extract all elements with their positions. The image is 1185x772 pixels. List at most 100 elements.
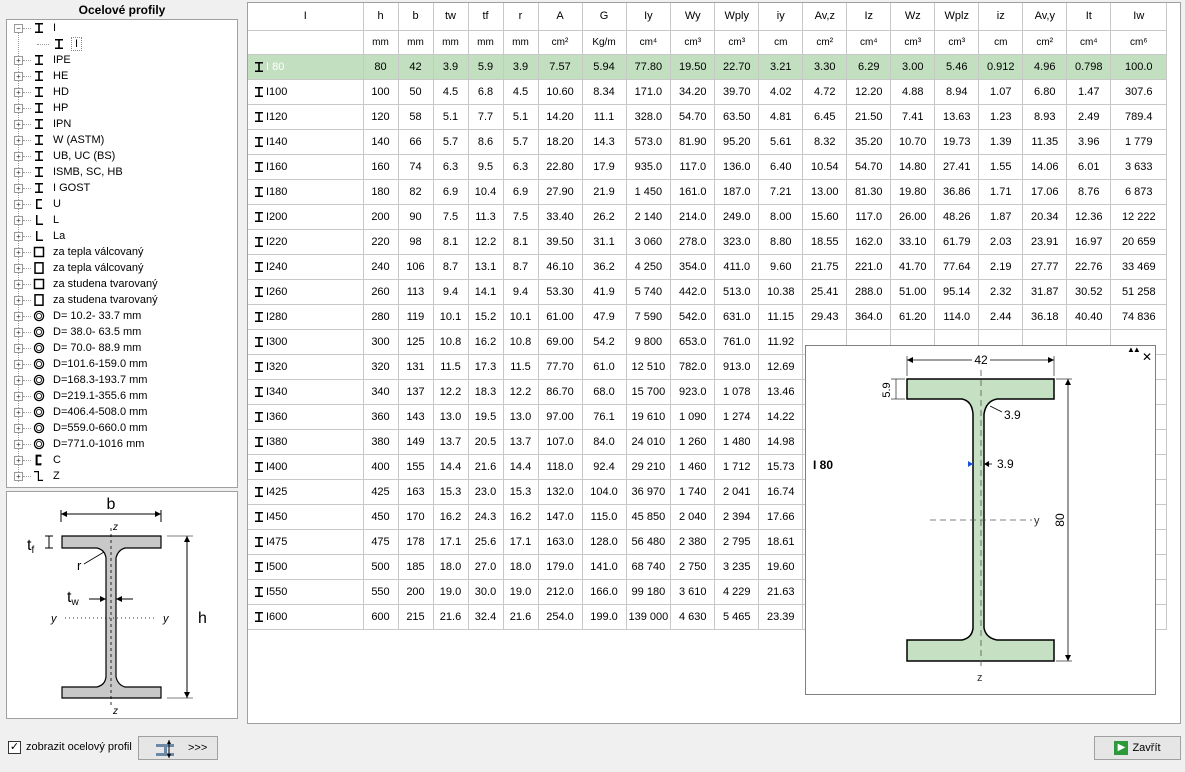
table-cell: 1 480 [714,429,760,455]
tree-item[interactable]: + D=771.0-1016 mm [7,436,237,452]
expand-icon[interactable]: + [14,184,23,193]
tree-item[interactable]: + D= 38.0- 63.5 mm [7,324,237,340]
table-cell: 117.0 [846,204,892,230]
tree-item[interactable]: + D=101.6-159.0 mm [7,356,237,372]
table-row[interactable]: I 80 80 42 3.9 5.9 3.9 7.57 5.94 77.80 19.50 22.70… [248,54,1168,80]
table-row[interactable]: I240 240 106 8.7 13.1 8.7 46.10 36.2 4 250 354.0 4… [248,254,1168,280]
tree-item[interactable]: + D=219.1-355.6 mm [7,388,237,404]
expand-icon[interactable]: + [14,440,23,449]
tree-item[interactable]: + La [7,228,237,244]
expand-icon[interactable]: + [14,216,23,225]
tree-item[interactable]: + C [7,452,237,468]
expand-icon[interactable]: + [14,56,23,65]
table-cell: 278.0 [670,229,716,255]
tree-item[interactable]: + IPE [7,52,237,68]
tree-item[interactable]: + za studena tvarovaný [7,292,237,308]
tree-item[interactable]: + za studena tvarovaný [7,276,237,292]
expand-icon[interactable]: + [14,120,23,129]
tree-item[interactable]: + Z [7,468,237,484]
table-cell: 19.60 [758,554,804,580]
column-header: It [1066,3,1112,31]
table-cell: 58 [398,104,434,130]
expand-icon[interactable]: + [14,264,23,273]
expand-icon[interactable]: + [14,392,23,401]
expand-icon[interactable]: + [14,88,23,97]
popup-close-icon[interactable]: ✕ [1142,350,1152,364]
tree-item[interactable]: + IPN [7,116,237,132]
tree-item[interactable]: + UB, UC (BS) [7,148,237,164]
tree-item[interactable]: + U [7,196,237,212]
tree-item[interactable]: I [7,36,237,52]
tree-branch-line [23,204,31,205]
expand-icon[interactable]: + [14,136,23,145]
popup-collapse-icon[interactable]: ▲▲ [1127,345,1141,354]
expand-icon[interactable]: + [14,248,23,257]
expand-icon[interactable]: + [14,472,23,481]
insert-profile-button[interactable]: >>> [138,736,218,760]
tree-item[interactable]: − I [7,20,237,36]
tree-item[interactable]: + D= 70.0- 88.9 mm [7,340,237,356]
round-tube-icon [33,374,45,386]
table-cell: 14.4 [433,454,469,480]
table-cell: 199.0 [582,604,627,630]
i-beam-icon [255,461,263,472]
table-row[interactable]: I140 140 66 5.7 8.6 5.7 18.20 14.3 573.0 81.90 95.… [248,129,1168,155]
tree-item[interactable]: + D=406.4-508.0 mm [7,404,237,420]
tree-item[interactable]: + HE [7,68,237,84]
expand-icon[interactable]: + [14,360,23,369]
expand-icon[interactable]: + [14,152,23,161]
expand-icon[interactable]: + [14,376,23,385]
tree-item[interactable]: + HD [7,84,237,100]
table-row[interactable]: I260 260 113 9.4 14.1 9.4 53.30 41.9 5 740 442.0 5… [248,279,1168,305]
expand-icon[interactable]: + [14,296,23,305]
table-cell: 69.00 [538,329,583,355]
close-button[interactable]: ▶ Zavřít [1094,736,1181,760]
tree-item[interactable]: + za tepla válcovaný [7,244,237,260]
table-row[interactable]: I180 180 82 6.9 10.4 6.9 27.90 21.9 1 450 161.0 18… [248,179,1168,205]
expand-icon[interactable]: + [14,328,23,337]
table-cell: 6.29 [846,54,892,80]
tree-item[interactable]: + ISMB, SC, HB [7,164,237,180]
expand-icon[interactable]: + [14,280,23,289]
expand-icon[interactable]: + [14,168,23,177]
show-profile-checkbox[interactable]: ✓ [8,741,21,754]
tree-item[interactable]: + D=168.3-193.7 mm [7,372,237,388]
tree-item[interactable]: + I GOST [7,180,237,196]
expand-icon[interactable]: + [14,200,23,209]
table-row[interactable]: I280 280 119 10.1 15.2 10.1 61.00 47.9 7 590 542.… [248,304,1168,330]
tree-item[interactable]: + W (ASTM) [7,132,237,148]
table-cell: 1.55 [978,154,1024,180]
table-row[interactable]: I160 160 74 6.3 9.5 6.3 22.80 17.9 935.0 117.0 136… [248,154,1168,180]
expand-icon[interactable]: + [14,72,23,81]
tree-item[interactable]: + L [7,212,237,228]
table-cell: 5.1 [503,104,539,130]
tree-item[interactable]: + za tepla válcovaný [7,260,237,276]
profile-tree[interactable]: − I I + IPE + HE + HD + HP + IPN + W (ASTM) + UB, UC (BS… [6,19,238,488]
expand-icon[interactable]: + [14,344,23,353]
table-cell: I200 [248,204,364,230]
table-row[interactable]: I100 100 50 4.5 6.8 4.5 10.60 8.34 171.0 34.20 39.… [248,79,1168,105]
expand-icon[interactable]: + [14,408,23,417]
tree-item[interactable]: + HP [7,100,237,116]
expand-icon[interactable]: + [14,456,23,465]
expand-icon[interactable]: + [14,232,23,241]
table-cell: 27.90 [538,179,583,205]
collapse-icon[interactable]: − [14,24,23,33]
table-row[interactable]: I200 200 90 7.5 11.3 7.5 33.40 26.2 2 140 214.0 24… [248,204,1168,230]
c-profile-icon [35,454,42,466]
expand-icon[interactable]: + [14,104,23,113]
table-row[interactable]: I120 120 58 5.1 7.7 5.1 14.20 11.1 328.0 54.70 63.… [248,104,1168,130]
table-cell: I240 [248,254,364,280]
table-cell: 14.06 [1022,154,1068,180]
table-cell: 13.7 [503,429,539,455]
expand-icon[interactable]: + [14,424,23,433]
table-row[interactable]: I220 220 98 8.1 12.2 8.1 39.50 31.1 3 060 278.0 32… [248,229,1168,255]
tree-item[interactable]: + D= 10.2- 33.7 mm [7,308,237,324]
expand-icon[interactable]: + [14,312,23,321]
table-cell: 143 [398,404,434,430]
table-cell: 16.2 [433,504,469,530]
i-beam-icon [35,151,43,161]
tree-item[interactable]: + D=559.0-660.0 mm [7,420,237,436]
table-cell: I300 [248,329,364,355]
table-cell: 8.80 [758,229,804,255]
